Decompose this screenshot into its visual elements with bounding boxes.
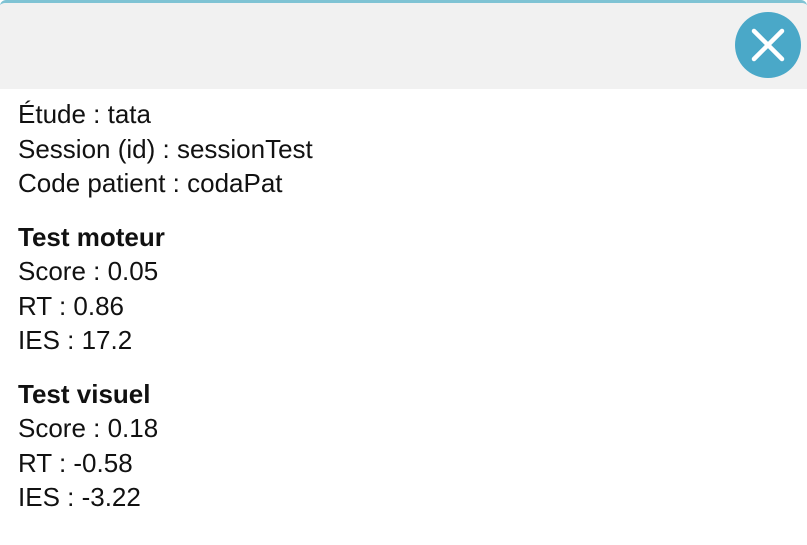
- results-content: Étude : tata Session (id) : sessionTest …: [10, 89, 807, 545]
- results-dialog: Étude : tata Session (id) : sessionTest …: [0, 0, 807, 545]
- section-title-visual-test: Test visuel: [18, 378, 151, 409]
- motor-ies: IES : 17.2: [18, 325, 133, 355]
- session-label: Session (id) : sessionTest: [18, 133, 313, 164]
- close-button[interactable]: [735, 12, 801, 78]
- close-x-icon: [751, 28, 785, 62]
- motor-rt: RT : 0.86: [18, 290, 124, 321]
- motor-score: Score : 0.05: [18, 256, 159, 286]
- patient-code-label: Code patient : codaPat: [18, 168, 283, 198]
- section-title-motor-test: Test moteur: [18, 221, 165, 252]
- visual-score: Score : 0.18: [18, 413, 159, 443]
- dialog-header: [0, 3, 807, 89]
- visual-rt: RT : -0.58: [18, 447, 133, 478]
- visual-ies: IES : -3.22: [18, 482, 141, 512]
- study-label: Étude : tata: [18, 99, 151, 129]
